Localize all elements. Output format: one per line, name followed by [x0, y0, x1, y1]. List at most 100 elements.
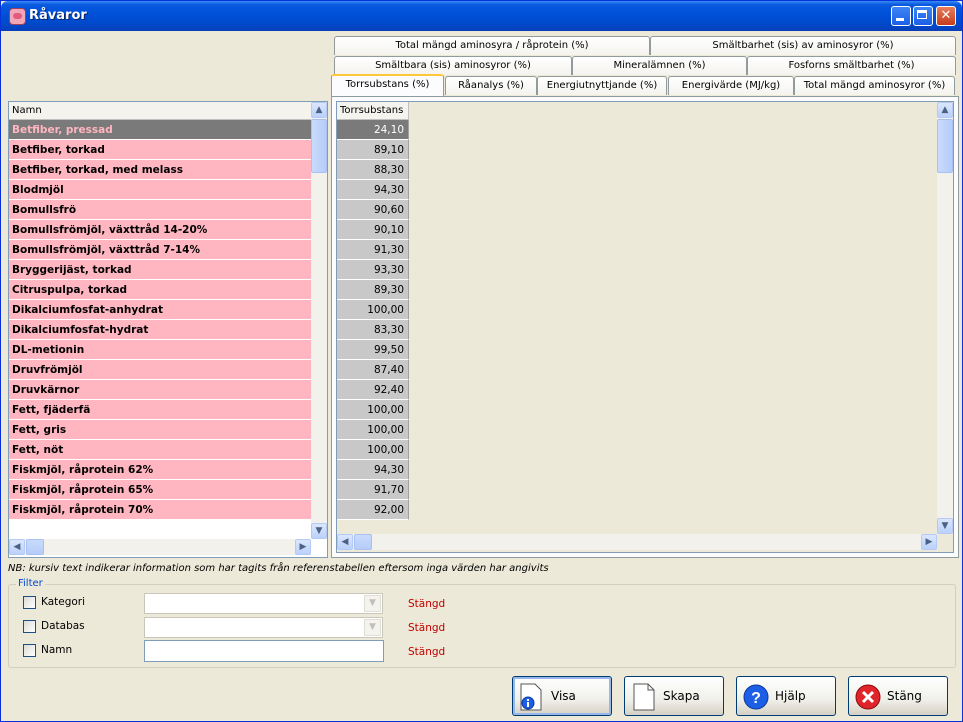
list-item[interactable]: Druvfrömjöl — [9, 360, 311, 380]
value-cell[interactable]: 94,30 — [337, 460, 409, 480]
tab-fosforns-smaltbarhet[interactable]: Fosforns smältbarhet (%) — [747, 56, 956, 75]
skapa-button[interactable]: Skapa — [624, 676, 724, 716]
list-item[interactable]: Bomullsfrö — [9, 200, 311, 220]
list-item[interactable]: Fiskmjöl, råprotein 70% — [9, 500, 311, 520]
value-rows: 24,10 89,10 88,30 94,30 90,60 90,10 91,30 93,30… — [337, 120, 409, 520]
list-item[interactable]: Fett, gris — [9, 420, 311, 440]
value-cell[interactable]: 100,00 — [337, 420, 409, 440]
tab-torrsubstans[interactable]: Torrsubstans (%) — [331, 74, 444, 96]
grid-scroll-left-button[interactable]: ◀ — [337, 534, 353, 550]
databas-checkbox[interactable] — [23, 620, 36, 633]
list-item[interactable]: Bryggerijäst, torkad — [9, 260, 311, 280]
list-item[interactable]: Citruspulpa, torkad — [9, 280, 311, 300]
value-cell[interactable]: 99,50 — [337, 340, 409, 360]
tab-smaltbarhet-aminosyror[interactable]: Smältbarhet (sis) av aminosyror (%) — [650, 36, 956, 55]
filter-legend: Filter — [16, 578, 45, 589]
namn-input[interactable] — [144, 640, 384, 662]
tab-total-aminosyror[interactable]: Total mängd aminosyror (%) — [794, 76, 955, 95]
title-bar[interactable]: Råvaror ✕ — [1, 1, 962, 31]
scroll-down-button[interactable]: ▼ — [311, 523, 327, 539]
maximize-icon — [917, 10, 927, 19]
tab-smaltbara-aminosyror[interactable]: Smältbara (sis) aminosyror (%) — [334, 56, 572, 75]
column-header-torrsubstans[interactable]: Torrsubstans — [337, 102, 409, 120]
hscroll-thumb[interactable] — [26, 539, 44, 555]
list-item[interactable]: Dikalciumfosfat-anhydrat — [9, 300, 311, 320]
grid-scroll-thumb[interactable] — [937, 119, 953, 173]
close-window-button[interactable]: ✕ — [936, 6, 956, 26]
minimize-button[interactable] — [891, 6, 911, 26]
value-cell[interactable]: 90,10 — [337, 220, 409, 240]
list-item[interactable]: Blodmjöl — [9, 180, 311, 200]
value-cell[interactable]: 94,30 — [337, 180, 409, 200]
grid-scroll-up-button[interactable]: ▲ — [937, 102, 953, 118]
kategori-select[interactable]: ▼ — [144, 593, 383, 614]
value-cell[interactable]: 91,70 — [337, 480, 409, 500]
chevron-down-icon[interactable]: ▼ — [364, 619, 381, 636]
scroll-thumb[interactable] — [311, 119, 327, 173]
visa-button[interactable]: Visa — [512, 676, 612, 716]
value-cell[interactable]: 91,30 — [337, 240, 409, 260]
grid-hscroll-thumb[interactable] — [354, 534, 372, 550]
scroll-up-button[interactable]: ▲ — [311, 102, 327, 118]
tab-mineralamnen[interactable]: Mineralämnen (%) — [572, 56, 747, 75]
value-cell[interactable]: 89,30 — [337, 280, 409, 300]
scroll-right-button[interactable]: ▶ — [295, 539, 311, 555]
kategori-checkbox[interactable] — [23, 596, 36, 609]
list-item[interactable]: Druvkärnor — [9, 380, 311, 400]
value-cell[interactable]: 83,30 — [337, 320, 409, 340]
list-item[interactable]: Betfiber, torkad, med melass — [9, 160, 311, 180]
hjalp-label: Hjälp — [775, 689, 806, 703]
maximize-button[interactable] — [913, 6, 933, 26]
value-cell[interactable]: 100,00 — [337, 300, 409, 320]
value-cell[interactable]: 100,00 — [337, 400, 409, 420]
close-icon: ✕ — [940, 8, 952, 23]
list-item[interactable]: Fett, fjäderfä — [9, 400, 311, 420]
values-grid[interactable]: Torrsubstans 24,10 89,10 88,30 94,30 90,60 90… — [336, 101, 954, 553]
grid-horizontal-scrollbar[interactable]: ◀ ▶ — [337, 534, 937, 550]
grid-scroll-right-button[interactable]: ▶ — [921, 534, 937, 550]
new-document-icon — [633, 683, 655, 711]
value-cell[interactable]: 100,00 — [337, 440, 409, 460]
window-title: Råvaror — [29, 8, 87, 23]
client-area: Total mängd aminosyra / råprotein (%) Sm… — [4, 31, 959, 719]
list-item[interactable]: DL-metionin — [9, 340, 311, 360]
grid-scroll-down-button[interactable]: ▼ — [937, 518, 953, 534]
chevron-down-icon[interactable]: ▼ — [364, 595, 381, 612]
namn-label: Namn — [41, 644, 73, 656]
tab-energivarde[interactable]: Energivärde (MJ/kg) — [668, 76, 794, 95]
raw-material-list[interactable]: Namn Betfiber, pressad Betfiber, torkad Be… — [8, 101, 328, 558]
kategori-status: Stängd — [408, 598, 446, 610]
tab-energiutnyttjande[interactable]: Energiutnyttjande (%) — [537, 76, 667, 95]
close-circle-icon — [855, 684, 881, 710]
reference-note: NB: kursiv text indikerar information so… — [8, 563, 549, 574]
hjalp-button[interactable]: ? Hjälp — [736, 676, 836, 716]
value-cell[interactable]: 24,10 — [337, 120, 409, 140]
value-cell[interactable]: 89,10 — [337, 140, 409, 160]
list-item[interactable]: Fiskmjöl, råprotein 65% — [9, 480, 311, 500]
column-header-namn[interactable]: Namn — [9, 102, 311, 120]
value-cell[interactable]: 93,30 — [337, 260, 409, 280]
tab-total-aminosyra-raprotein[interactable]: Total mängd aminosyra / råprotein (%) — [334, 36, 650, 55]
list-item[interactable]: Fett, nöt — [9, 440, 311, 460]
list-item[interactable]: Betfiber, torkad — [9, 140, 311, 160]
list-item[interactable]: Betfiber, pressad — [9, 120, 311, 140]
scroll-left-button[interactable]: ◀ — [9, 539, 25, 555]
value-cell[interactable]: 90,60 — [337, 200, 409, 220]
value-cell[interactable]: 87,40 — [337, 360, 409, 380]
namn-checkbox[interactable] — [23, 644, 36, 657]
list-item[interactable]: Bomullsfrömjöl, växttråd 14-20% — [9, 220, 311, 240]
databas-select[interactable]: ▼ — [144, 617, 383, 638]
list-item[interactable]: Dikalciumfosfat-hydrat — [9, 320, 311, 340]
list-vertical-scrollbar[interactable]: ▲ ▼ — [311, 102, 327, 539]
list-item[interactable]: Fiskmjöl, råprotein 62% — [9, 460, 311, 480]
grid-vertical-scrollbar[interactable]: ▲ ▼ — [937, 102, 953, 534]
value-cell[interactable]: 88,30 — [337, 160, 409, 180]
value-cell[interactable]: 92,40 — [337, 380, 409, 400]
list-horizontal-scrollbar[interactable]: ◀ ▶ — [9, 539, 311, 555]
value-cell[interactable]: 92,00 — [337, 500, 409, 520]
tab-content-panel: Torrsubstans 24,10 89,10 88,30 94,30 90,60 90… — [331, 96, 959, 558]
tab-raanalys[interactable]: Råanalys (%) — [445, 76, 537, 95]
filter-group: Filter Kategori ▼ Stängd Databas ▼ Stäng… — [8, 578, 956, 668]
stang-button[interactable]: Stäng — [848, 676, 948, 716]
list-item[interactable]: Bomullsfrömjöl, växttråd 7-14% — [9, 240, 311, 260]
